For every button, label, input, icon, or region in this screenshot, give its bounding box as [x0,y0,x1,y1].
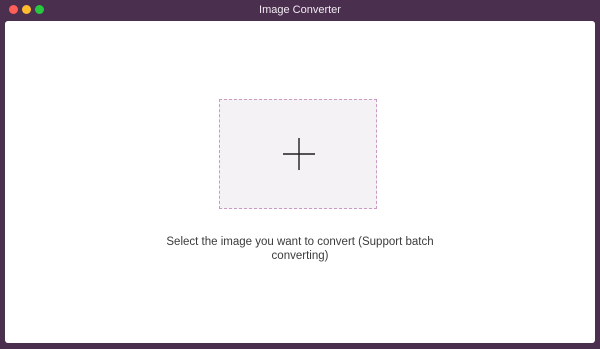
app-window: Image Converter Select the image you wan… [0,0,600,349]
image-drop-zone[interactable] [219,99,377,209]
drop-zone-caption: Select the image you want to convert (Su… [166,236,434,262]
title-bar[interactable]: Image Converter [0,0,600,21]
main-content: Select the image you want to convert (Su… [5,21,595,343]
window-title: Image Converter [259,4,341,16]
plus-icon [283,138,315,170]
